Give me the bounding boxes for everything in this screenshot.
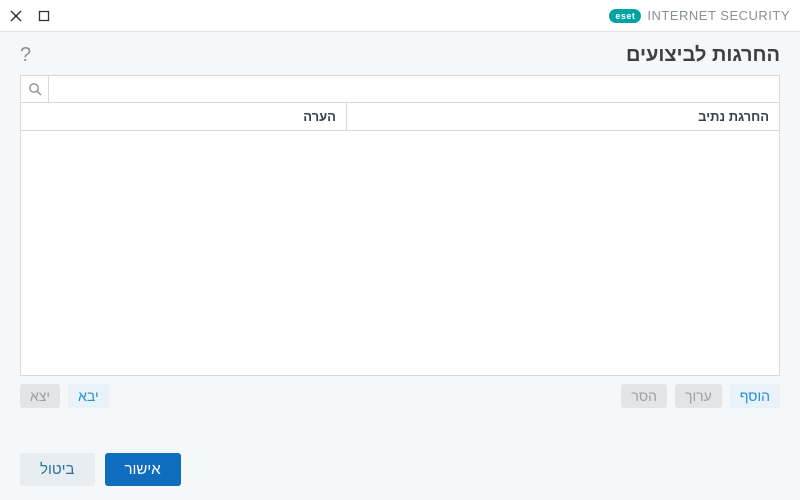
remove-button: הסר bbox=[621, 384, 667, 408]
header: החרגות לביצועים ? bbox=[0, 32, 800, 75]
search-input[interactable] bbox=[49, 76, 779, 102]
titlebar: eset INTERNET SECURITY bbox=[0, 0, 800, 32]
table-header: החרגת נתיב הערה bbox=[21, 103, 779, 131]
maximize-icon[interactable] bbox=[38, 10, 50, 22]
help-icon[interactable]: ? bbox=[20, 44, 31, 67]
close-icon[interactable] bbox=[10, 10, 22, 22]
brand-product: INTERNET SECURITY bbox=[647, 8, 790, 23]
col-note[interactable]: הערה bbox=[21, 103, 347, 130]
ok-button[interactable]: אישור bbox=[105, 453, 181, 486]
brand: eset INTERNET SECURITY bbox=[609, 8, 790, 23]
add-button[interactable]: הוסף bbox=[730, 384, 780, 408]
import-button[interactable]: יבא bbox=[68, 384, 109, 408]
exclusions-table: החרגת נתיב הערה bbox=[20, 103, 780, 376]
edit-button: ערוך bbox=[675, 384, 722, 408]
page-title: החרגות לביצועים bbox=[31, 44, 780, 67]
footer: אישור ביטול bbox=[0, 439, 800, 500]
search-bar bbox=[20, 75, 780, 103]
col-path[interactable]: החרגת נתיב bbox=[347, 103, 779, 130]
brand-logo: eset bbox=[609, 9, 641, 23]
search-icon[interactable] bbox=[21, 76, 49, 102]
export-button: יצא bbox=[20, 384, 60, 408]
cancel-button[interactable]: ביטול bbox=[20, 453, 95, 486]
table-body bbox=[21, 131, 779, 375]
list-action-bar: הוסף ערוך הסר יבא יצא bbox=[0, 376, 800, 408]
